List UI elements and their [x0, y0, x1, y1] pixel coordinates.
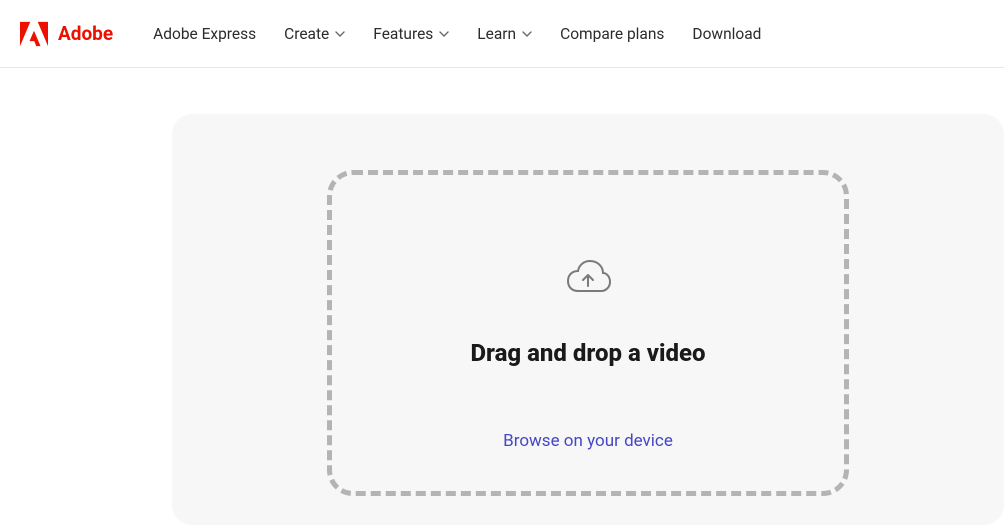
browse-device-link[interactable]: Browse on your device [503, 431, 673, 451]
chevron-down-icon [439, 31, 449, 37]
brand-name: Adobe [58, 22, 113, 45]
nav-learn[interactable]: Learn [477, 25, 532, 43]
dropzone-title: Drag and drop a video [470, 339, 705, 367]
content-area: Drag and drop a video Browse on your dev… [0, 68, 1004, 525]
nav-compare-plans[interactable]: Compare plans [560, 25, 664, 43]
nav-label: Learn [477, 25, 516, 43]
nav-features[interactable]: Features [373, 25, 449, 43]
header: Adobe Adobe Express Create Features Lear… [0, 0, 1004, 68]
video-dropzone[interactable]: Drag and drop a video Browse on your dev… [327, 170, 849, 496]
nav-create[interactable]: Create [284, 25, 345, 43]
nav-adobe-express[interactable]: Adobe Express [153, 25, 256, 43]
cloud-upload-icon [563, 257, 613, 295]
nav-label: Create [284, 25, 329, 43]
logo-block[interactable]: Adobe [20, 21, 113, 47]
nav-label: Compare plans [560, 25, 664, 43]
upload-card: Drag and drop a video Browse on your dev… [172, 114, 1004, 525]
nav-label: Download [692, 25, 761, 43]
chevron-down-icon [335, 31, 345, 37]
nav-label: Adobe Express [153, 25, 256, 43]
chevron-down-icon [522, 31, 532, 37]
adobe-logo-icon [20, 21, 48, 47]
main-nav: Adobe Express Create Features Learn Comp… [153, 25, 761, 43]
nav-label: Features [373, 25, 433, 43]
nav-download[interactable]: Download [692, 25, 761, 43]
